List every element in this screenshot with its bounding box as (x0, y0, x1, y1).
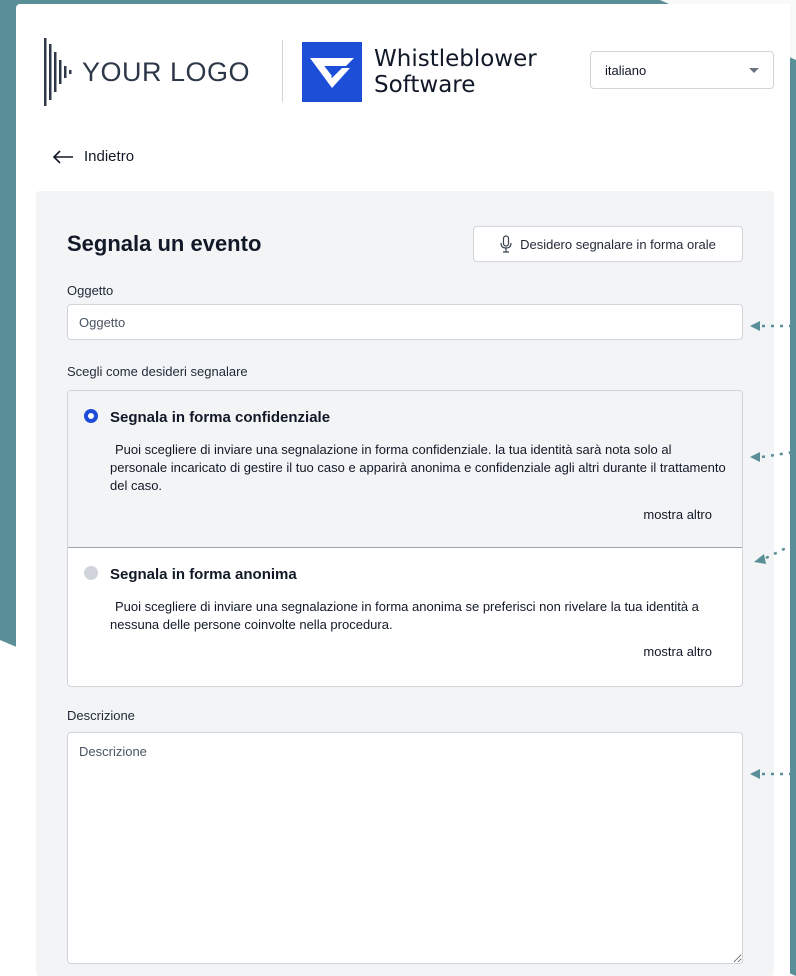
radio-confidential[interactable] (84, 409, 98, 423)
oral-report-button[interactable]: Desidero segnalare in forma orale (473, 226, 743, 262)
report-mode-options: Segnala in forma confidenziale Puoi sceg… (67, 390, 743, 687)
pointer-arrow-icon (754, 542, 795, 564)
header: YOUR LOGO Whistleblower Software italian… (16, 4, 790, 144)
microphone-icon (500, 235, 512, 253)
subject-input[interactable] (67, 304, 743, 340)
brand-line-1: Whistleblower (374, 46, 537, 72)
option-anonymous-show-more[interactable]: mostra altro (643, 644, 712, 659)
option-anonymous-description: Puoi scegliere di inviare una segnalazio… (110, 599, 699, 632)
language-select[interactable]: italiano (590, 51, 774, 89)
option-confidential-description: Puoi scegliere di inviare una segnalazio… (110, 442, 726, 493)
pointer-arrow-icon (750, 450, 795, 462)
oral-report-label: Desidero segnalare in forma orale (520, 236, 716, 252)
description-textarea[interactable] (67, 732, 743, 964)
option-anonymous-title: Segnala in forma anonima (110, 566, 297, 583)
form-title: Segnala un evento (67, 231, 262, 256)
whistleblower-logo-icon (302, 42, 362, 102)
radio-anonymous[interactable] (84, 566, 98, 580)
brand-name: Whistleblower Software (374, 46, 537, 98)
report-mode-label: Scegli come desideri segnalare (67, 364, 248, 379)
option-confidential-title: Segnala in forma confidenziale (110, 409, 331, 426)
chevron-down-icon (749, 67, 759, 73)
option-confidential[interactable]: Segnala in forma confidenziale Puoi sceg… (68, 391, 742, 547)
logo-text: YOUR LOGO (82, 56, 251, 87)
arrow-left-icon (52, 149, 73, 164)
brand-logo: Whistleblower Software (302, 42, 537, 102)
option-anonymous[interactable]: Segnala in forma anonima Puoi scegliere … (68, 548, 742, 686)
logo-divider (282, 40, 283, 102)
subject-label: Oggetto (67, 283, 114, 298)
back-label: Indietro (84, 148, 135, 165)
pointer-arrow-icon (750, 321, 794, 331)
pointer-arrow-icon (750, 769, 794, 779)
brand-line-2: Software (374, 72, 476, 98)
main-card: YOUR LOGO Whistleblower Software italian… (16, 4, 790, 976)
soundwave-logo-icon (44, 38, 72, 106)
option-confidential-show-more[interactable]: mostra altro (643, 507, 712, 522)
language-value: italiano (605, 62, 647, 78)
company-logo: YOUR LOGO (42, 32, 250, 112)
back-link[interactable]: Indietro (52, 148, 134, 165)
report-form-panel: Segnala un evento Desidero segnalare in … (36, 191, 774, 976)
description-label: Descrizione (67, 708, 135, 723)
